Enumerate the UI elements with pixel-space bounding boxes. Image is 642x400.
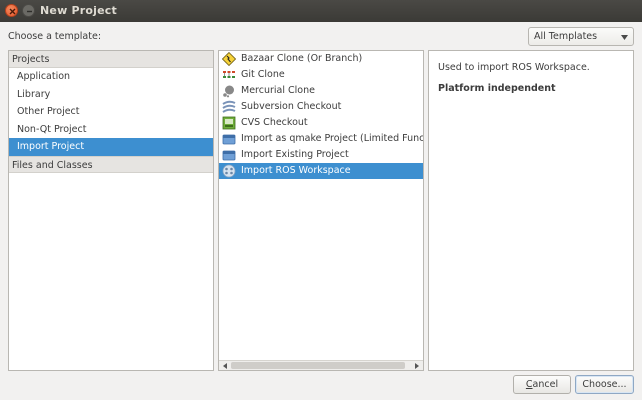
template-item-bazaar-clone[interactable]: Bazaar Clone (Or Branch) [219,51,423,67]
cancel-button[interactable]: Cancel [513,375,571,394]
category-list: Projects Application Library Other Proje… [8,50,214,371]
template-list: Bazaar Clone (Or Branch) Git Clone Mercu… [218,50,424,371]
category-item-application[interactable]: Application [9,68,213,86]
close-window-button[interactable] [5,4,18,17]
minimize-window-button[interactable] [22,4,35,17]
template-item-import-existing-project[interactable]: Import Existing Project [219,147,423,163]
template-item-import-qmake-project[interactable]: Import as qmake Project (Limited Functio… [219,131,423,147]
template-item-cvs-checkout[interactable]: CVS Checkout [219,115,423,131]
horizontal-scrollbar[interactable] [219,360,423,370]
chevron-down-icon [621,35,628,40]
template-filter-value: All Templates [534,31,598,42]
template-label: Git Clone [241,69,285,80]
folder-icon [222,150,236,161]
template-item-git-clone[interactable]: Git Clone [219,67,423,83]
subversion-icon [222,100,236,113]
minimize-icon [27,10,32,13]
template-item-import-ros-workspace[interactable]: Import ROS Workspace [219,163,423,179]
template-label: Import as qmake Project (Limited Functio… [241,133,423,144]
bazaar-icon [222,52,236,66]
template-filter-select[interactable]: All Templates [528,27,634,46]
ros-icon [222,164,236,178]
template-label: Subversion Checkout [241,101,342,112]
window-title: New Project [40,4,117,17]
category-item-library[interactable]: Library [9,86,213,104]
template-item-subversion-checkout[interactable]: Subversion Checkout [219,99,423,115]
scroll-left-icon[interactable] [221,362,229,370]
category-item-other-project[interactable]: Other Project [9,103,213,121]
category-group-files-and-classes[interactable]: Files and Classes [9,155,213,173]
template-label: Bazaar Clone (Or Branch) [241,53,363,64]
choose-template-label: Choose a template: [8,31,102,42]
category-group-projects[interactable]: Projects [9,51,213,68]
git-icon [223,71,235,78]
template-label: Mercurial Clone [241,85,315,96]
scroll-right-icon[interactable] [413,362,421,370]
title-bar: New Project [0,0,642,22]
template-label: CVS Checkout [241,117,308,128]
template-label: Import ROS Workspace [241,165,351,176]
choose-button[interactable]: Choose... [575,375,634,394]
category-item-non-qt-project[interactable]: Non-Qt Project [9,121,213,139]
mercurial-icon [223,85,234,98]
template-label: Import Existing Project [241,149,349,160]
scrollbar-thumb[interactable] [231,362,405,369]
template-description: Used to import ROS Workspace. [438,62,590,73]
category-item-import-project[interactable]: Import Project [9,138,213,156]
template-item-mercurial-clone[interactable]: Mercurial Clone [219,83,423,99]
cvs-icon [222,116,236,130]
close-icon [9,8,16,15]
folder-icon [222,134,236,145]
platform-info: Platform independent [438,83,556,94]
template-description-panel: Used to import ROS Workspace. Platform i… [428,50,634,371]
